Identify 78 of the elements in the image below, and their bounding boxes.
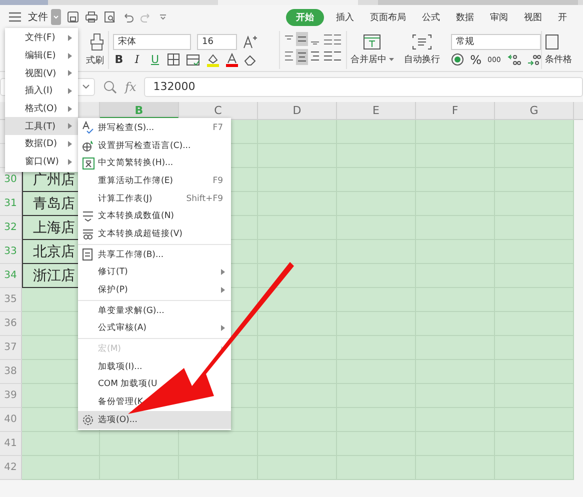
- menu-item[interactable]: 拼写检查(S)... F7: [78, 119, 231, 137]
- shared-workbook-icon: [82, 248, 94, 262]
- fill-color-icon[interactable]: [206, 52, 220, 66]
- submenu-arrow-icon: [68, 123, 72, 130]
- increase-decimal-icon[interactable]: [506, 54, 521, 66]
- submenu-arrow-icon: [68, 35, 72, 41]
- shortcut-label: F9: [212, 176, 223, 186]
- italic-button[interactable]: I: [131, 53, 143, 66]
- align-icons-drawing[interactable]: [283, 32, 343, 68]
- font-name-field[interactable]: 宋体: [113, 34, 191, 50]
- menu-item[interactable]: 编辑(E): [5, 46, 78, 64]
- spell-check-icon: [82, 121, 94, 134]
- menu-item[interactable]: 格式(O): [5, 100, 78, 118]
- globe-icon: [82, 140, 94, 152]
- caret-icon[interactable]: [388, 58, 394, 62]
- menu-item[interactable]: 加载项(I)...: [78, 358, 231, 376]
- menu-item[interactable]: 单变量求解(G)...: [78, 302, 231, 320]
- font-size-field[interactable]: 16: [197, 34, 237, 50]
- ribbon-tab[interactable]: 视图: [516, 8, 550, 26]
- font-color-icon[interactable]: [226, 52, 238, 66]
- menu-item[interactable]: 窗口(W): [5, 152, 78, 170]
- menu-icon[interactable]: [8, 11, 22, 23]
- zoom-icon[interactable]: [103, 80, 117, 94]
- percent-button[interactable]: %: [470, 52, 482, 66]
- bold-button[interactable]: B: [113, 53, 125, 66]
- submenu-arrow-icon: [221, 269, 225, 276]
- submenu-arrow-icon: [221, 287, 225, 294]
- menu-item[interactable]: 共享工作簿(B)...: [78, 246, 231, 264]
- undo-icon[interactable]: [122, 11, 134, 23]
- submenu-arrow-icon: [68, 88, 72, 94]
- currency-icon[interactable]: [451, 53, 464, 66]
- wrap-text-label[interactable]: 自动换行: [404, 53, 440, 66]
- increase-font-icon[interactable]: [243, 34, 259, 48]
- submenu-arrow-icon: [68, 52, 72, 59]
- shortcut-label: Shift+F9: [186, 194, 223, 204]
- menu-item[interactable]: 插入(I): [5, 82, 78, 100]
- merge-icon[interactable]: [363, 34, 381, 50]
- customize-icon[interactable]: [158, 12, 168, 22]
- submenu-arrow-icon: [68, 106, 72, 112]
- ribbon-tab[interactable]: 公式: [414, 8, 448, 26]
- submenu-arrow-icon: [68, 158, 72, 165]
- print-preview-icon[interactable]: [104, 11, 116, 23]
- menu-item[interactable]: 选项(O)...: [78, 411, 231, 429]
- wrap-text-icon[interactable]: [412, 34, 432, 50]
- number-format-field[interactable]: 常规: [451, 34, 541, 50]
- convert-number-icon: [82, 210, 94, 222]
- shortcut-label: F7: [212, 122, 223, 133]
- ribbon-tab[interactable]: 开: [550, 8, 575, 26]
- merge-center-label[interactable]: 合并居中: [350, 53, 386, 66]
- submenu-arrow-icon: [68, 70, 72, 76]
- formula-field[interactable]: 132000: [144, 77, 583, 97]
- decrease-decimal-icon[interactable]: [526, 54, 541, 66]
- menu-item[interactable]: COM 加载项(U: [78, 376, 231, 394]
- brush-icon[interactable]: [90, 33, 104, 51]
- menu-item[interactable]: 设置拼写检查语言(C)...: [78, 136, 231, 154]
- convert-link-icon: [82, 228, 94, 240]
- format-painter-label[interactable]: 式刷: [86, 54, 104, 67]
- border-icon[interactable]: [167, 53, 180, 66]
- submenu-arrow-icon: [68, 141, 72, 148]
- ribbon-tab[interactable]: 插入: [328, 8, 362, 26]
- save-icon[interactable]: [67, 11, 79, 23]
- ribbon-tab[interactable]: 审阅: [482, 8, 516, 26]
- settings-icon: [82, 414, 94, 426]
- menu-item[interactable]: 视图(V): [5, 64, 78, 82]
- eraser-icon[interactable]: [244, 54, 258, 66]
- print-icon[interactable]: [85, 11, 98, 23]
- menu-item[interactable]: 文件(F): [5, 29, 78, 47]
- menu-item[interactable]: 数据(D): [5, 135, 78, 153]
- cell-style-icon[interactable]: [186, 54, 200, 66]
- conditional-format-label[interactable]: 条件格: [545, 53, 572, 66]
- menu-item[interactable]: 公式审核(A): [78, 320, 231, 338]
- submenu-arrow-icon: [221, 325, 225, 332]
- character-convert-icon: [82, 156, 94, 170]
- conditional-format-icon[interactable]: [545, 34, 559, 50]
- file-menu-button[interactable]: 文件: [28, 10, 48, 24]
- ribbon-tab[interactable]: 页面布局: [362, 8, 414, 26]
- menu-item[interactable]: 工具(T): [5, 117, 78, 136]
- ribbon-tab[interactable]: 数据: [448, 8, 482, 26]
